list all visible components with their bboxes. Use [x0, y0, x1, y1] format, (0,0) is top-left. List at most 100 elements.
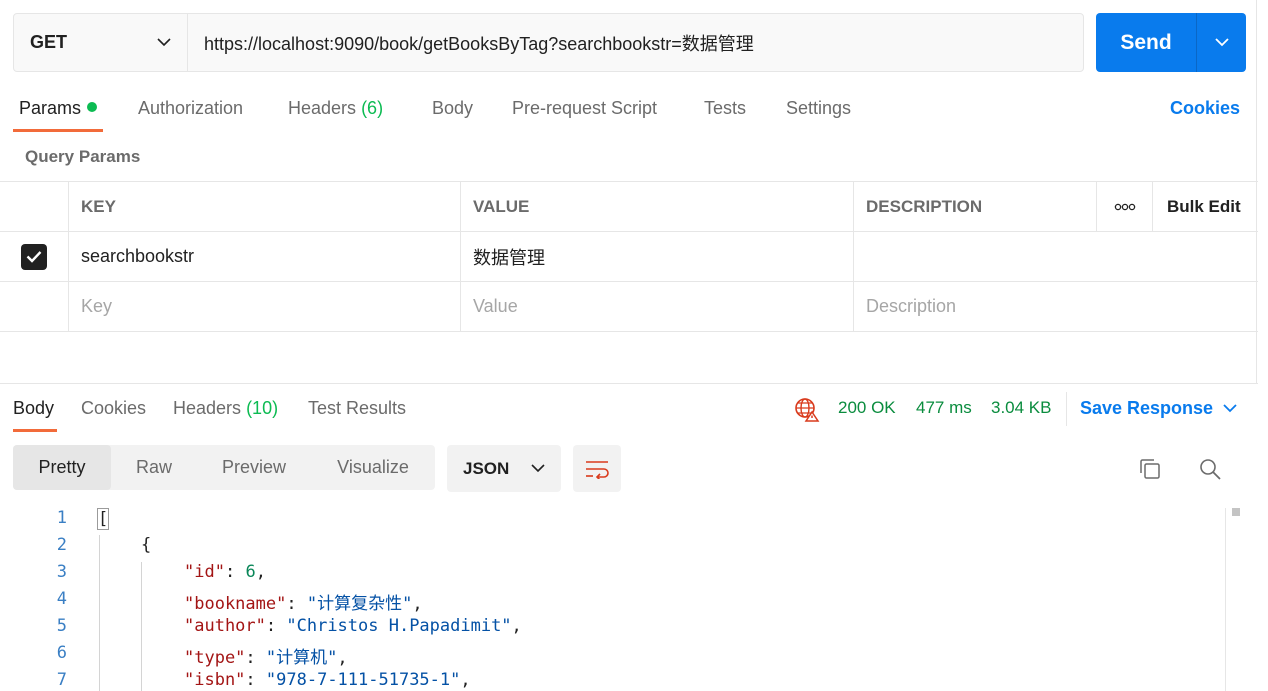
code-line: 5 "author": "Christos H.Papadimit",	[0, 616, 1224, 643]
format-select[interactable]: JSON	[447, 445, 561, 492]
search-icon	[1200, 459, 1221, 480]
send-options-button[interactable]	[1197, 13, 1246, 72]
code-line: 7 "isbn": "978-7-111-51735-1",	[0, 670, 1224, 691]
code-text: "bookname": "计算复杂性",	[184, 594, 423, 614]
code-line: 6 "type": "计算机",	[0, 643, 1224, 670]
json-key: "type"	[184, 648, 246, 668]
globe-warning-icon[interactable]	[794, 397, 820, 428]
line-number: 5	[56, 616, 67, 636]
query-params-title: Query Params	[25, 147, 141, 166]
send-button-group: Send	[1096, 13, 1246, 72]
view-pretty[interactable]: Pretty	[13, 445, 111, 490]
json-value: "计算机"	[265, 648, 338, 668]
method-label: GET	[30, 32, 68, 52]
code-text: "id": 6,	[184, 562, 266, 582]
tab-body[interactable]: Body	[432, 98, 473, 119]
code-text: {	[141, 535, 152, 555]
resp-tab-headers-label: Headers	[173, 398, 242, 418]
param-value-input[interactable]: 数据管理	[460, 232, 853, 281]
editor-scroll-thumb[interactable]	[1232, 508, 1240, 516]
row-checkbox-cell	[0, 232, 68, 281]
request-tabs: Params Authorization Headers (6) Body Pr…	[0, 92, 1258, 132]
editor-scroll-track[interactable]	[1225, 508, 1226, 691]
bulk-edit-button[interactable]: Bulk Edit	[1152, 182, 1258, 231]
row-checkbox-cell	[0, 282, 68, 331]
tab-settings[interactable]: Settings	[786, 98, 851, 119]
resp-tab-cookies[interactable]: Cookies	[81, 398, 146, 419]
new-description-input[interactable]: Description	[853, 282, 1258, 331]
url-input[interactable]: https://localhost:9090/book/getBooksByTa…	[188, 14, 1083, 71]
line-number: 4	[56, 589, 67, 609]
param-checkbox[interactable]	[21, 243, 47, 270]
code-text: "author": "Christos H.Papadimit",	[184, 616, 522, 636]
code-line: 4 "bookname": "计算复杂性",	[0, 589, 1224, 616]
bracket-match: [	[97, 508, 110, 530]
status-divider	[1066, 392, 1067, 426]
view-preview[interactable]: Preview	[197, 445, 311, 490]
line-number: 3	[56, 562, 67, 582]
save-response-label: Save Response	[1080, 398, 1214, 418]
wrap-lines-icon	[586, 460, 609, 479]
line-number: 7	[56, 670, 67, 690]
code-line: 1 [	[0, 508, 1224, 535]
tab-prerequest-script[interactable]: Pre-request Script	[512, 98, 657, 119]
active-tab-indicator	[13, 129, 103, 132]
tab-headers-label: Headers	[288, 98, 357, 118]
resp-tab-headers[interactable]: Headers (10)	[173, 398, 278, 419]
panel-right-border	[1256, 0, 1257, 384]
resp-headers-count: (10)	[246, 398, 279, 418]
search-button[interactable]	[1196, 455, 1224, 483]
chevron-down-icon	[531, 464, 545, 473]
panel-divider[interactable]	[0, 383, 1258, 384]
format-label: JSON	[463, 458, 510, 478]
cookies-link[interactable]: Cookies	[1170, 98, 1240, 119]
response-body-editor[interactable]: 1 [ 2 { 3 "id": 6, 4 "bookname": "计算复杂性"…	[0, 508, 1224, 691]
header-description: DESCRIPTION	[853, 182, 1096, 231]
resp-tab-test-results[interactable]: Test Results	[308, 398, 406, 419]
header-value: VALUE	[460, 182, 853, 231]
new-key-input[interactable]: Key	[68, 282, 460, 331]
tab-params-label: Params	[19, 98, 82, 118]
tab-headers[interactable]: Headers (6)	[288, 98, 383, 119]
send-button[interactable]: Send	[1096, 13, 1197, 72]
request-bar: GET https://localhost:9090/book/getBooks…	[13, 13, 1084, 72]
view-raw[interactable]: Raw	[111, 445, 197, 490]
json-key: "author"	[184, 616, 266, 636]
tab-params[interactable]: Params	[19, 98, 98, 119]
tab-tests[interactable]: Tests	[704, 98, 746, 119]
response-tabs: Body Cookies Headers (10) Test Results 2…	[0, 392, 1258, 432]
json-key: "bookname"	[184, 594, 287, 614]
params-active-dot	[87, 102, 98, 112]
chevron-down-icon	[157, 38, 171, 47]
code-text: "isbn": "978-7-111-51735-1",	[184, 670, 471, 690]
header-key: KEY	[68, 182, 460, 231]
more-icon	[1114, 203, 1135, 210]
json-value: "计算复杂性"	[306, 594, 413, 614]
more-options-button[interactable]	[1096, 182, 1152, 231]
param-description-input[interactable]	[853, 232, 1258, 281]
save-response-button[interactable]: Save Response	[1080, 398, 1237, 419]
json-key: "id"	[184, 562, 225, 582]
view-visualize[interactable]: Visualize	[311, 445, 435, 490]
table-header-row: KEY VALUE DESCRIPTION Bulk Edit	[0, 182, 1258, 232]
wrap-lines-button[interactable]	[573, 445, 621, 492]
code-line: 3 "id": 6,	[0, 562, 1224, 589]
copy-button[interactable]	[1136, 455, 1164, 483]
resp-tab-body[interactable]: Body	[13, 398, 54, 419]
tab-authorization[interactable]: Authorization	[138, 98, 243, 119]
param-key-input[interactable]: searchbookstr	[68, 232, 460, 281]
status-code[interactable]: 200 OK	[838, 398, 896, 418]
response-time[interactable]: 477 ms	[916, 398, 972, 418]
params-table: KEY VALUE DESCRIPTION Bulk Edit searchbo…	[0, 181, 1258, 332]
chevron-down-icon	[1223, 404, 1237, 413]
line-number: 1	[56, 508, 67, 528]
table-row: searchbookstr 数据管理	[0, 232, 1258, 282]
json-value: "978-7-111-51735-1"	[265, 670, 461, 690]
method-select[interactable]: GET	[14, 14, 188, 71]
code-text: "type": "计算机",	[184, 648, 348, 668]
new-value-input[interactable]: Value	[460, 282, 853, 331]
response-size[interactable]: 3.04 KB	[991, 398, 1052, 418]
check-icon	[26, 251, 42, 263]
line-number: 2	[56, 535, 67, 555]
line-number: 6	[56, 643, 67, 663]
